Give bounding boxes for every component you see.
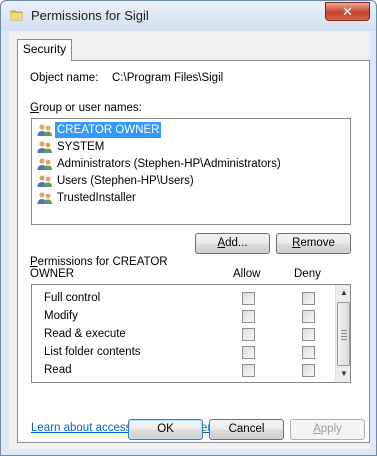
deny-checkbox[interactable] — [302, 310, 315, 323]
tab-security[interactable]: Security — [17, 39, 72, 61]
list-item-trustedinstaller[interactable]: TrustedInstaller — [34, 190, 348, 207]
permission-row-full-control: Full control — [32, 290, 335, 308]
grip-line — [341, 333, 347, 334]
deny-checkbox[interactable] — [302, 292, 315, 305]
grip-line — [341, 336, 347, 337]
user-group-icon — [37, 158, 52, 170]
user-group-icon — [37, 124, 52, 136]
deny-checkbox[interactable] — [302, 382, 315, 383]
deny-checkbox[interactable] — [302, 346, 315, 359]
allow-column-header: Allow — [233, 268, 261, 280]
allow-checkbox[interactable] — [242, 328, 255, 341]
list-item-creator-owner[interactable]: CREATOR OWNER — [34, 122, 348, 139]
title-bar[interactable]: Permissions for Sigil ✕ — [1, 1, 376, 31]
grip-line — [341, 330, 347, 331]
scroll-down-icon[interactable]: ▼ — [339, 369, 349, 379]
list-item-label: CREATOR OWNER — [55, 122, 162, 138]
scroll-up-icon[interactable]: ▲ — [339, 288, 349, 298]
allow-checkbox[interactable] — [242, 382, 255, 383]
window-title: Permissions for Sigil — [31, 8, 149, 23]
permissions-label-line2: OWNER — [30, 268, 75, 280]
apply-button[interactable]: Apply — [290, 419, 365, 440]
permissions-dialog: Permissions for Sigil ✕ Security Object … — [0, 0, 377, 456]
ok-button[interactable]: OK — [128, 419, 203, 440]
list-item-users[interactable]: Users (Stephen-HP\Users) — [34, 173, 348, 190]
permission-label: Full control — [44, 292, 101, 304]
permission-row-partial — [32, 380, 335, 383]
scroll-thumb[interactable] — [337, 302, 350, 366]
deny-checkbox[interactable] — [302, 364, 315, 377]
deny-column-header: Deny — [294, 268, 321, 280]
allow-checkbox[interactable] — [242, 310, 255, 323]
permission-label: Read — [44, 364, 72, 376]
permission-label: Read & execute — [44, 328, 126, 340]
deny-checkbox[interactable] — [302, 328, 315, 341]
list-item-label: SYSTEM — [57, 141, 105, 153]
permissions-scrollbar[interactable]: ▲ ▼ — [335, 285, 350, 382]
list-item-label: TrustedInstaller — [57, 192, 136, 204]
permissions-label-line1: Permissions for CREATOR — [30, 256, 168, 268]
list-item-system[interactable]: SYSTEM — [34, 139, 348, 156]
allow-checkbox[interactable] — [242, 364, 255, 377]
permissions-list[interactable]: Full control Modify Read & execute List … — [31, 284, 351, 383]
permission-row-list-folder-contents: List folder contents — [32, 344, 335, 362]
group-user-list[interactable]: CREATOR OWNER SYSTEM Administrators (Ste… — [31, 118, 351, 225]
folder-icon — [10, 10, 23, 21]
allow-checkbox[interactable] — [242, 346, 255, 359]
permission-label: Modify — [44, 310, 78, 322]
dialog-body: Security Object name: C:\Program Files\S… — [9, 31, 370, 449]
remove-button[interactable]: Remove — [276, 233, 351, 254]
cancel-button[interactable]: Cancel — [209, 419, 284, 440]
list-item-label: Users (Stephen-HP\Users) — [57, 175, 194, 187]
permission-row-modify: Modify — [32, 308, 335, 326]
user-group-icon — [37, 141, 52, 153]
permission-label: List folder contents — [44, 346, 141, 358]
grip-line — [341, 339, 347, 340]
list-item-label: Administrators (Stephen-HP\Administrator… — [57, 158, 281, 170]
user-group-icon — [37, 192, 52, 204]
allow-checkbox[interactable] — [242, 292, 255, 305]
permission-row-read-execute: Read & execute — [32, 326, 335, 344]
add-button[interactable]: Add... — [195, 233, 270, 254]
group-names-label: Group or user names: — [30, 102, 142, 114]
list-item-administrators[interactable]: Administrators (Stephen-HP\Administrator… — [34, 156, 348, 173]
object-name-label: Object name: — [30, 72, 99, 84]
object-name-value: C:\Program Files\Sigil — [112, 72, 224, 84]
user-group-icon — [37, 175, 52, 187]
security-tab-panel: Object name: C:\Program Files\Sigil Grou… — [17, 60, 370, 443]
permission-row-read: Read — [32, 362, 335, 380]
close-button[interactable]: ✕ — [325, 2, 370, 21]
